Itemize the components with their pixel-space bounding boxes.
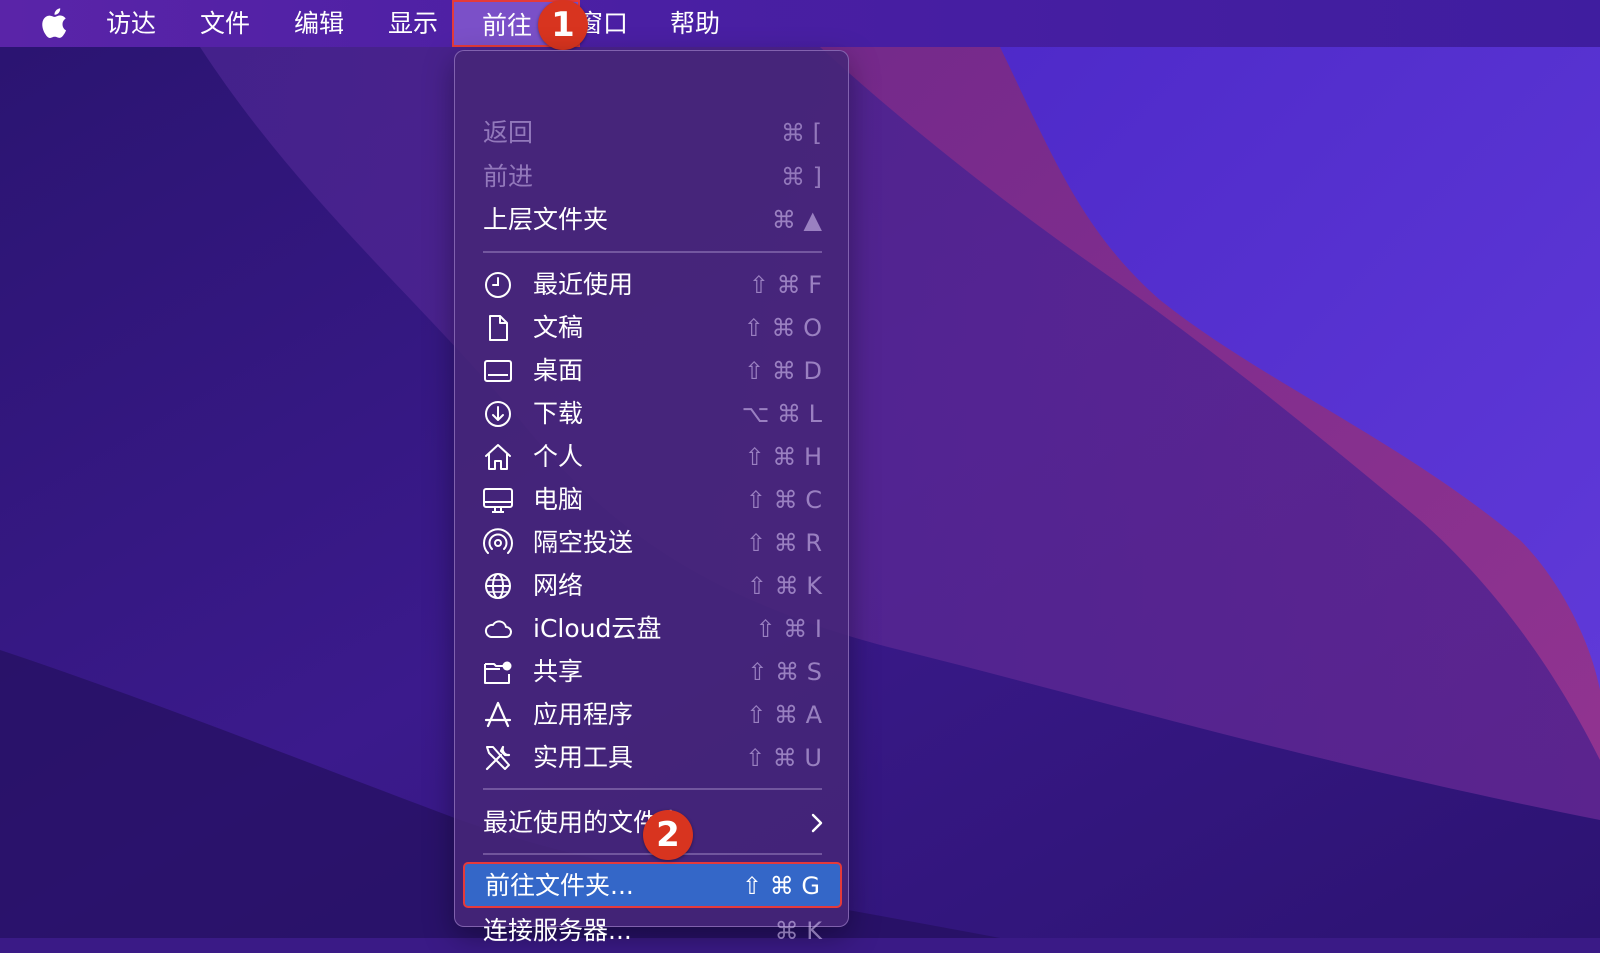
- menu-item-label: 共享: [533, 657, 584, 686]
- shortcut-text: ⇧ ⌘ O: [743, 314, 822, 342]
- menu-item-label: 网络: [533, 571, 584, 600]
- menu-edit[interactable]: 编辑: [294, 0, 344, 47]
- shortcut-text: ⇧ ⌘ K: [746, 572, 822, 600]
- shortcut-text: ⇧ ⌘ R: [745, 529, 822, 557]
- menu-item-label: 下载: [533, 399, 584, 428]
- shortcut-text: ⌘ ▲: [771, 206, 822, 234]
- menu-item-desktop[interactable]: 桌面 ⇧ ⌘ D: [455, 349, 850, 393]
- menu-item-enclosing-folder[interactable]: 上层文件夹 ⌘ ▲: [455, 198, 850, 242]
- shortcut-text: ⌘ ]: [781, 163, 822, 191]
- menu-item-utilities[interactable]: 实用工具 ⇧ ⌘ U: [455, 736, 850, 780]
- shortcut-text: ⇧ ⌘ U: [745, 744, 822, 772]
- menu-item-label: 文稿: [533, 313, 584, 342]
- shortcut-text: ⇧ ⌘ A: [746, 701, 822, 729]
- menu-item-label: 返回: [483, 118, 534, 147]
- menu-item-downloads[interactable]: 下载 ⌥ ⌘ L: [455, 392, 850, 436]
- step-badge-1: 1: [538, 0, 588, 50]
- menu-item-applications[interactable]: 应用程序 ⇧ ⌘ A: [455, 693, 850, 737]
- menu-item-back: 返回 ⌘ [: [455, 111, 850, 155]
- cloud-icon: [484, 620, 512, 638]
- chevron-right-icon: [811, 813, 823, 833]
- menu-finder[interactable]: 访达: [106, 0, 156, 47]
- menu-separator: [483, 788, 822, 790]
- menu-item-label: 实用工具: [533, 743, 634, 772]
- document-icon: [489, 315, 508, 341]
- shortcut-text: ⇧ ⌘ I: [755, 615, 822, 643]
- clock-icon: [485, 272, 511, 298]
- menu-item-label: 个人: [533, 442, 584, 471]
- menu-item-network[interactable]: 网络 ⇧ ⌘ K: [455, 564, 850, 608]
- menu-item-icloud-drive[interactable]: iCloud云盘 ⇧ ⌘ I: [455, 607, 850, 651]
- menu-file[interactable]: 文件: [200, 0, 250, 47]
- menu-view[interactable]: 显示: [388, 0, 438, 47]
- menu-item-shared[interactable]: 共享 ⇧ ⌘ S: [455, 650, 850, 694]
- step-badge-2: 2: [643, 810, 693, 860]
- shortcut-text: ⌘ K: [774, 917, 822, 945]
- menu-item-label: 前往文件夹...: [485, 871, 634, 900]
- menu-item-documents[interactable]: 文稿 ⇧ ⌘ O: [455, 306, 850, 350]
- desktop-icon: [484, 360, 512, 382]
- shortcut-text: ⌥ ⌘ L: [741, 400, 822, 428]
- menu-item-label: 上层文件夹: [483, 205, 609, 234]
- menu-help[interactable]: 帮助: [670, 0, 720, 47]
- menu-item-go-to-folder[interactable]: 前往文件夹... ⇧ ⌘ G: [463, 862, 842, 908]
- menu-bar: 访达 文件 编辑 显示 前往 窗口 帮助: [0, 0, 1600, 47]
- menu-item-label: iCloud云盘: [533, 614, 662, 643]
- menu-item-forward: 前进 ⌘ ]: [455, 155, 850, 199]
- shortcut-text: ⌘ [: [781, 119, 822, 147]
- menu-item-label: 前进: [483, 162, 534, 191]
- go-menu-dropdown: 返回 ⌘ [ 前进 ⌘ ] 上层文件夹 ⌘ ▲ 最近使用 ⇧ ⌘ F 文稿 ⇧ …: [454, 50, 850, 945]
- menu-item-label: 隔空投送: [533, 528, 634, 557]
- shortcut-text: ⇧ ⌘ F: [748, 271, 822, 299]
- menu-item-connect-to-server[interactable]: 连接服务器... ⌘ K: [455, 909, 850, 953]
- download-icon: [485, 401, 511, 427]
- menu-item-label: 电脑: [533, 485, 584, 514]
- shortcut-text: ⇧ ⌘ G: [742, 872, 820, 900]
- shortcut-text: ⇧ ⌘ S: [747, 658, 822, 686]
- shortcut-text: ⇧ ⌘ C: [745, 486, 822, 514]
- airdrop-icon: [483, 528, 513, 554]
- applications-icon: [484, 701, 512, 728]
- menu-item-label: 最近使用: [533, 270, 634, 299]
- menu-item-label: 应用程序: [533, 700, 634, 729]
- home-icon: [485, 444, 511, 470]
- menu-separator: [483, 251, 822, 253]
- menu-item-label: 桌面: [533, 356, 584, 385]
- menu-item-airdrop[interactable]: 隔空投送 ⇧ ⌘ R: [455, 521, 850, 565]
- menu-item-recents[interactable]: 最近使用 ⇧ ⌘ F: [455, 263, 850, 307]
- shortcut-text: ⇧ ⌘ H: [744, 443, 822, 471]
- shared-folder-icon: [484, 661, 512, 684]
- utilities-tools-icon: [485, 745, 511, 771]
- menu-item-label: 连接服务器...: [483, 916, 632, 945]
- shortcut-text: ⇧ ⌘ D: [744, 357, 822, 385]
- apple-logo-icon[interactable]: [38, 6, 68, 40]
- menu-item-computer[interactable]: 电脑 ⇧ ⌘ C: [455, 478, 850, 522]
- menu-item-home[interactable]: 个人 ⇧ ⌘ H: [455, 435, 850, 479]
- network-globe-icon: [485, 573, 511, 599]
- computer-icon: [483, 488, 513, 513]
